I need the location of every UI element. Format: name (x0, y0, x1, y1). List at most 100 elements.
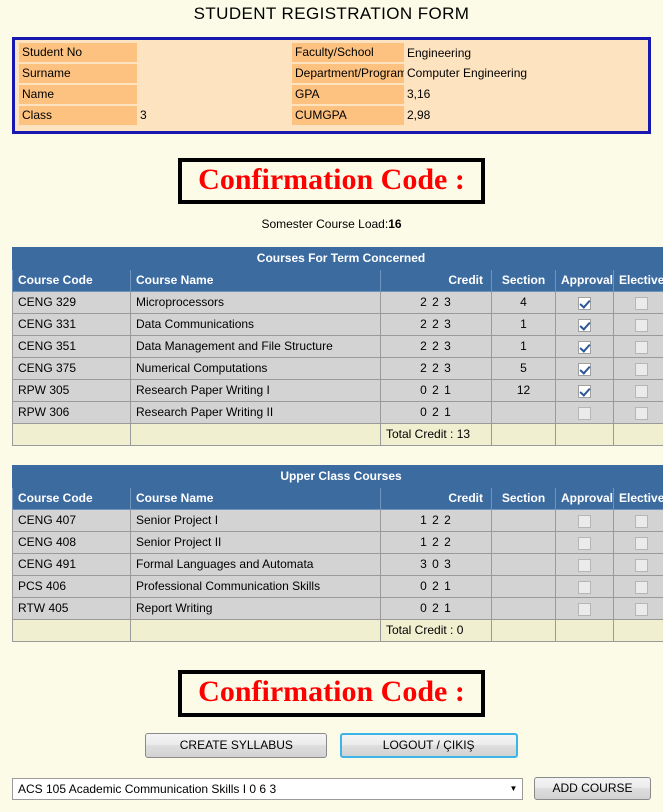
approval-checkbox[interactable] (578, 296, 591, 310)
cell-approval (555, 379, 614, 403)
cell-course-code: CENG 375 (12, 357, 131, 381)
table-row: RPW 305 Research Paper Writing I0 2 1 12 (12, 379, 663, 403)
table-total-row: Total Credit : 13 (12, 423, 663, 447)
confirmation-code-bottom-label: Confirmation Code : (178, 670, 485, 717)
cell-elective (612, 531, 663, 555)
total-spacer-section (491, 423, 556, 447)
table-row: CENG 331 Data Communications 2 2 31 (12, 313, 663, 337)
table-title: Courses For Term Concerned (11, 247, 663, 271)
cell-course-name: Data Management and File Structure (130, 335, 381, 359)
create-syllabus-button[interactable]: CREATE SYLLABUS (145, 732, 328, 758)
approval-checkbox[interactable] (578, 580, 591, 594)
total-credit-label: Total Credit : 0 (380, 619, 492, 643)
table-header-row: Course Code Course Name Credit Section Appro… (12, 487, 663, 511)
column-header-credit: Credit (380, 487, 492, 511)
cell-credit: 0 2 1 (380, 575, 492, 599)
cell-approval (555, 313, 614, 337)
student-info-table: Student No Faculty/School Engineering Surna… (19, 43, 644, 127)
cell-approval (555, 357, 614, 381)
cell-elective (612, 335, 663, 359)
approval-checkbox[interactable] (578, 536, 591, 550)
elective-checkbox[interactable] (635, 514, 648, 528)
cell-credit: 2 2 3 (380, 357, 492, 381)
cell-credit: 2 2 3 (380, 313, 492, 337)
course-select-dropdown[interactable]: ACS 105 Academic Communication Skills I … (12, 777, 523, 800)
elective-checkbox[interactable] (635, 340, 649, 354)
cell-approval (555, 335, 614, 359)
courses-for-term-table-wrap: Courses For Term Concerned Course Code Cou… (11, 247, 663, 447)
semester-course-load: Somester Course Load:16 (0, 217, 663, 231)
total-spacer-code (12, 619, 131, 643)
cell-approval (555, 531, 614, 555)
cell-credit: 2 2 3 (380, 335, 492, 359)
student-info-row: Name GPA 3,16 (19, 84, 644, 106)
chevron-down-icon: ▼ (509, 783, 518, 793)
approval-checkbox[interactable] (578, 384, 591, 398)
confirmation-code-top: Confirmation Code : (0, 158, 663, 205)
total-spacer-name (130, 619, 381, 643)
elective-checkbox[interactable] (635, 406, 649, 420)
approval-checkbox[interactable] (578, 318, 591, 332)
cell-course-name: Professional Communication Skills (130, 575, 381, 599)
table-header-row: Course Code Course Name Credit Section Appro… (12, 269, 663, 293)
cell-course-code: CENG 331 (12, 313, 131, 337)
cell-approval (555, 291, 614, 315)
cell-elective (612, 313, 663, 337)
elective-checkbox[interactable] (635, 602, 648, 616)
table-row: CENG 408 Senior Project II 1 2 2 (12, 531, 663, 555)
column-header-approval: Approval (555, 269, 614, 293)
cell-credit: 0 2 1 (380, 401, 492, 425)
student-info-label-left: Student No (19, 43, 137, 64)
cell-course-code: CENG 407 (12, 509, 131, 533)
approval-checkbox[interactable] (578, 558, 591, 572)
cell-credit: 0 2 1 (380, 379, 492, 403)
elective-checkbox[interactable] (635, 536, 648, 550)
student-info-label-right: Department/Program (292, 63, 404, 85)
cell-approval (555, 597, 614, 621)
cell-course-code: CENG 491 (12, 553, 131, 577)
cell-course-code: CENG 329 (12, 291, 131, 315)
column-header-course-code: Course Code (12, 269, 131, 293)
cell-course-code: CENG 351 (12, 335, 131, 359)
add-course-button[interactable]: ADD COURSE (534, 777, 651, 800)
student-info-row: Class 3 CUMGPA 2,98 (19, 105, 644, 127)
elective-checkbox[interactable] (635, 318, 649, 332)
student-info-label-right: GPA (292, 84, 404, 106)
table-total-row: Total Credit : 0 (12, 619, 663, 643)
cell-section: 1 (491, 313, 556, 337)
table-title-row: Upper Class Courses (11, 465, 663, 489)
approval-checkbox[interactable] (578, 362, 591, 376)
cell-course-name: Report Writing (130, 597, 381, 621)
student-info-value-left (137, 63, 292, 84)
page-title: STUDENT REGISTRATION FORM (193, 4, 470, 23)
elective-checkbox[interactable] (635, 580, 648, 594)
elective-checkbox[interactable] (635, 296, 649, 310)
upper-class-courses-table-wrap: Upper Class Courses Course Code Course Nam… (11, 465, 663, 643)
cell-course-code: CENG 408 (12, 531, 131, 555)
cell-section (491, 531, 556, 555)
cell-approval (555, 553, 614, 577)
cell-elective (612, 597, 663, 621)
logout-button[interactable]: LOGOUT / ÇIKIŞ (339, 732, 518, 758)
cell-credit: 0 2 1 (380, 597, 492, 621)
elective-checkbox[interactable] (635, 384, 649, 398)
cell-section: 4 (491, 291, 556, 315)
elective-checkbox[interactable] (635, 558, 648, 572)
cell-course-name: Formal Languages and Automata (130, 553, 381, 577)
elective-checkbox[interactable] (635, 362, 649, 376)
table-row: CENG 407 Senior Project I1 2 2 (12, 509, 663, 533)
column-header-course-name: Course Name (130, 269, 381, 293)
approval-checkbox[interactable] (578, 340, 591, 354)
cell-course-name: Microprocessors (130, 291, 381, 315)
approval-checkbox[interactable] (578, 602, 591, 616)
cell-section (491, 401, 556, 425)
approval-checkbox[interactable] (578, 514, 591, 528)
cell-elective (612, 509, 663, 533)
approval-checkbox[interactable] (578, 406, 591, 420)
semester-course-load-label: Somester Course Load: (261, 217, 389, 232)
cell-credit: 2 2 3 (380, 291, 492, 315)
student-info-label-left: Class (19, 105, 137, 127)
table-row: CENG 351 Data Management and File Structu… (12, 335, 663, 359)
total-spacer-section (491, 619, 556, 643)
column-header-credit: Credit (380, 269, 492, 293)
